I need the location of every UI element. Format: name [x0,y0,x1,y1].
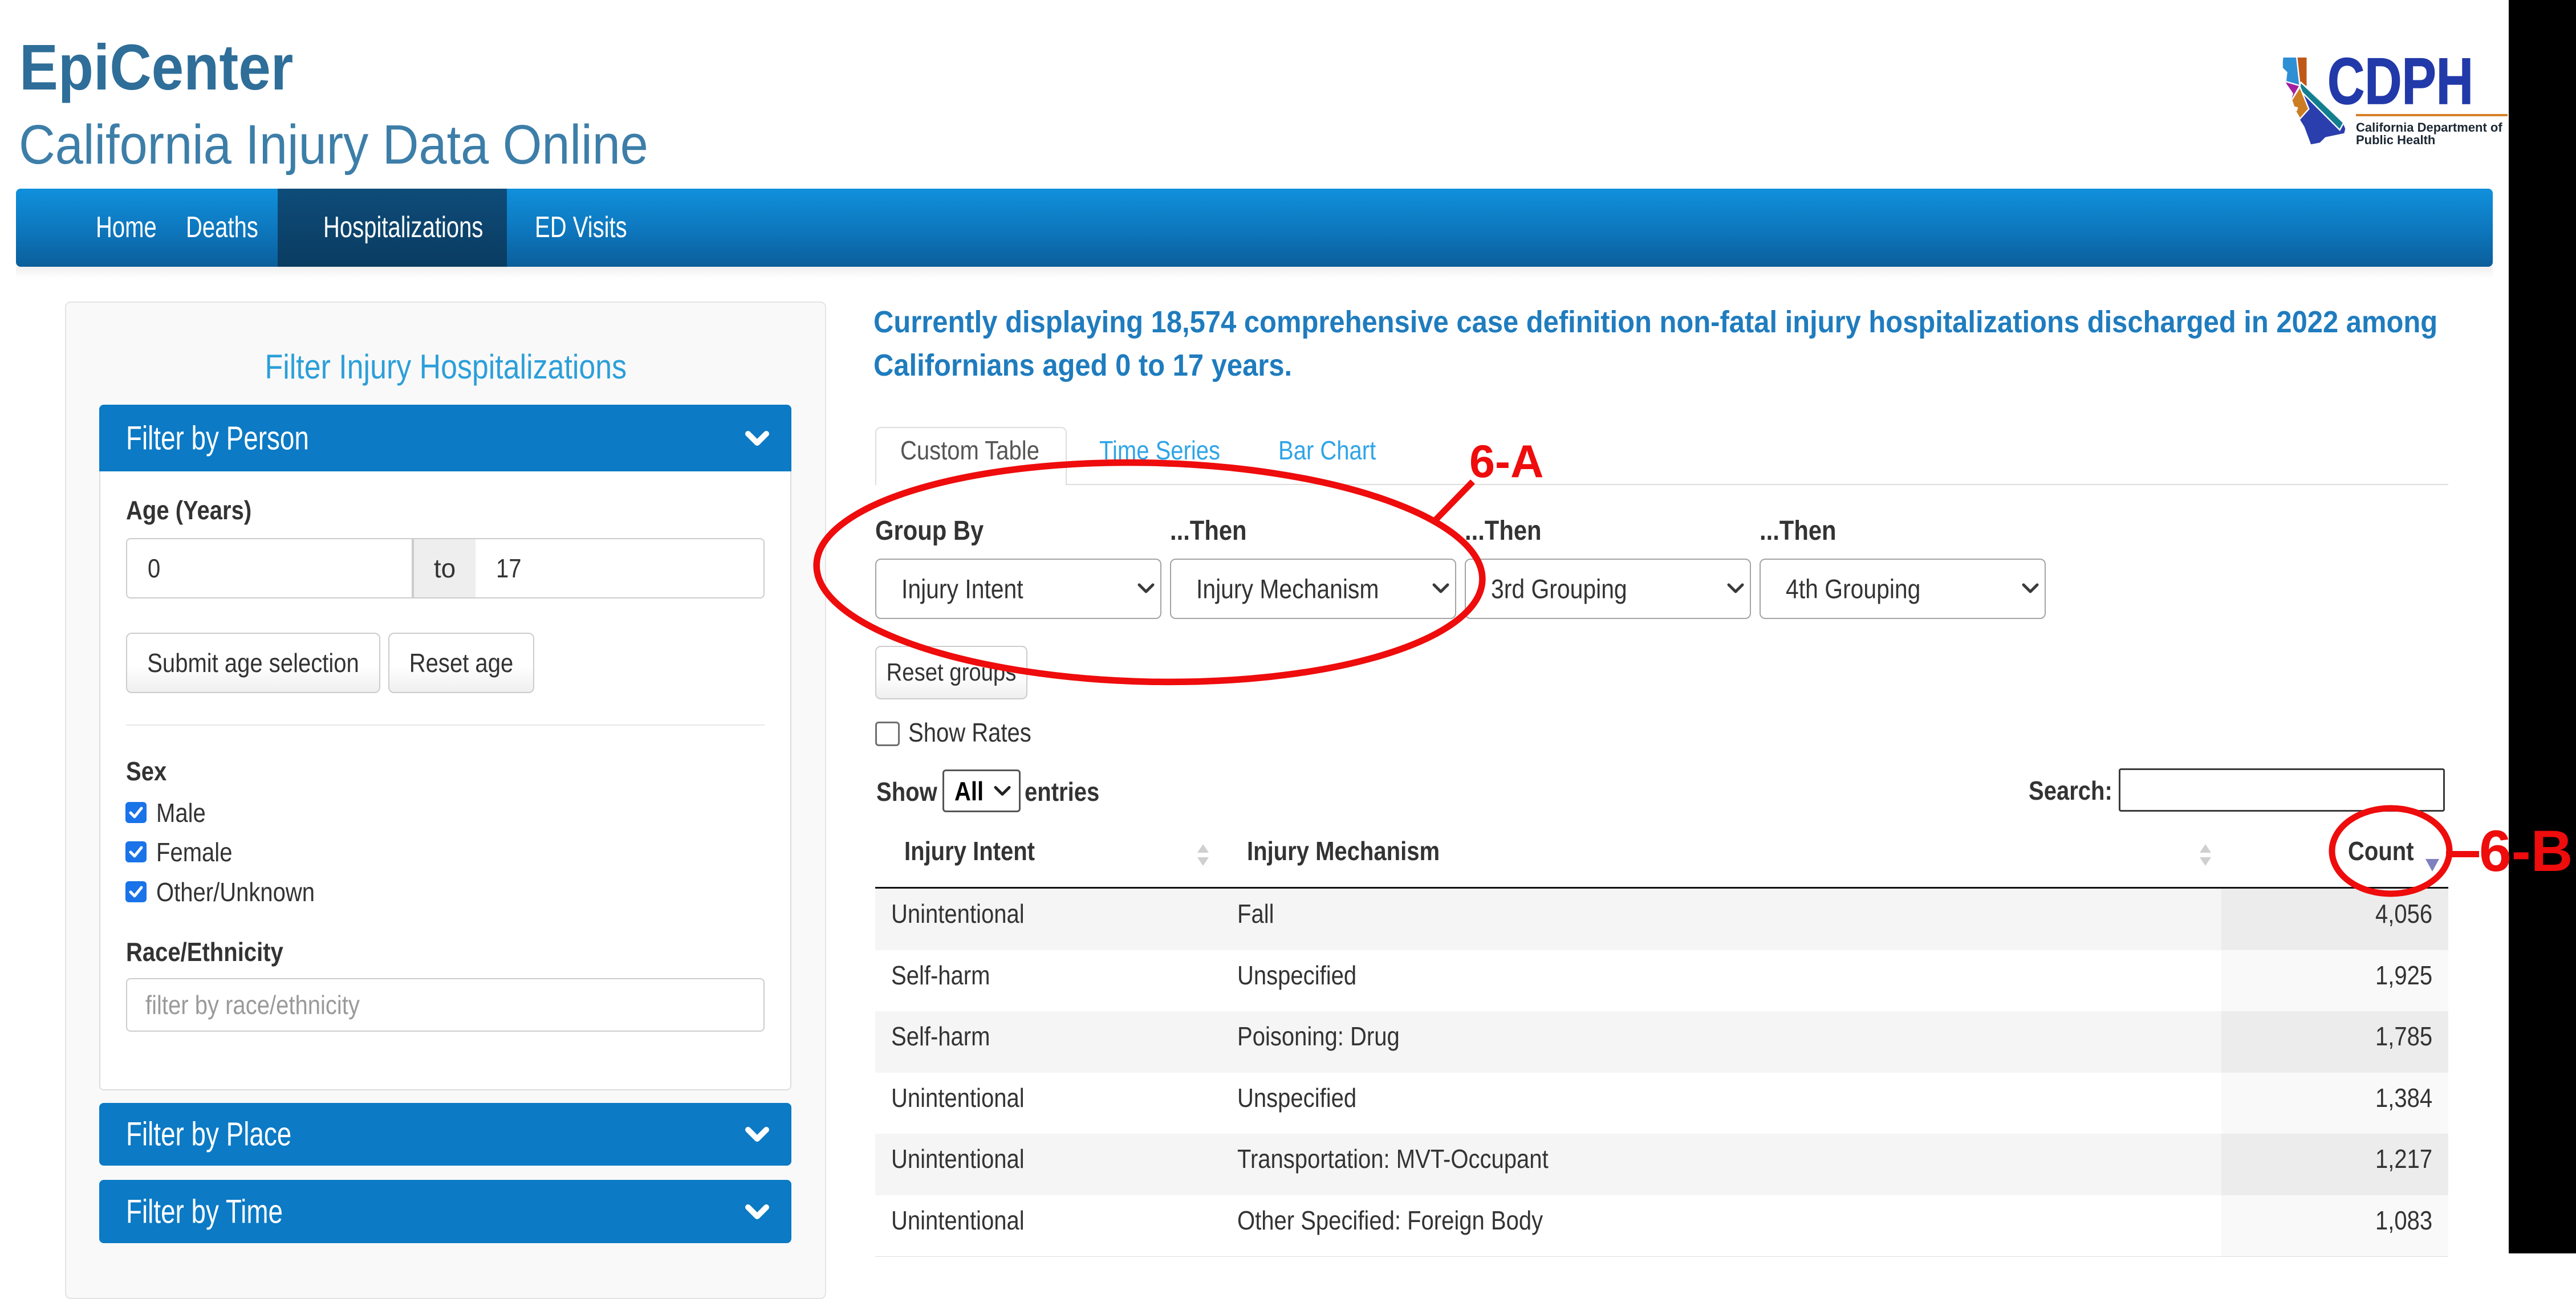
svg-text:CDPH: CDPH [2327,52,2473,118]
svg-text:Public Health: Public Health [2356,133,2435,147]
